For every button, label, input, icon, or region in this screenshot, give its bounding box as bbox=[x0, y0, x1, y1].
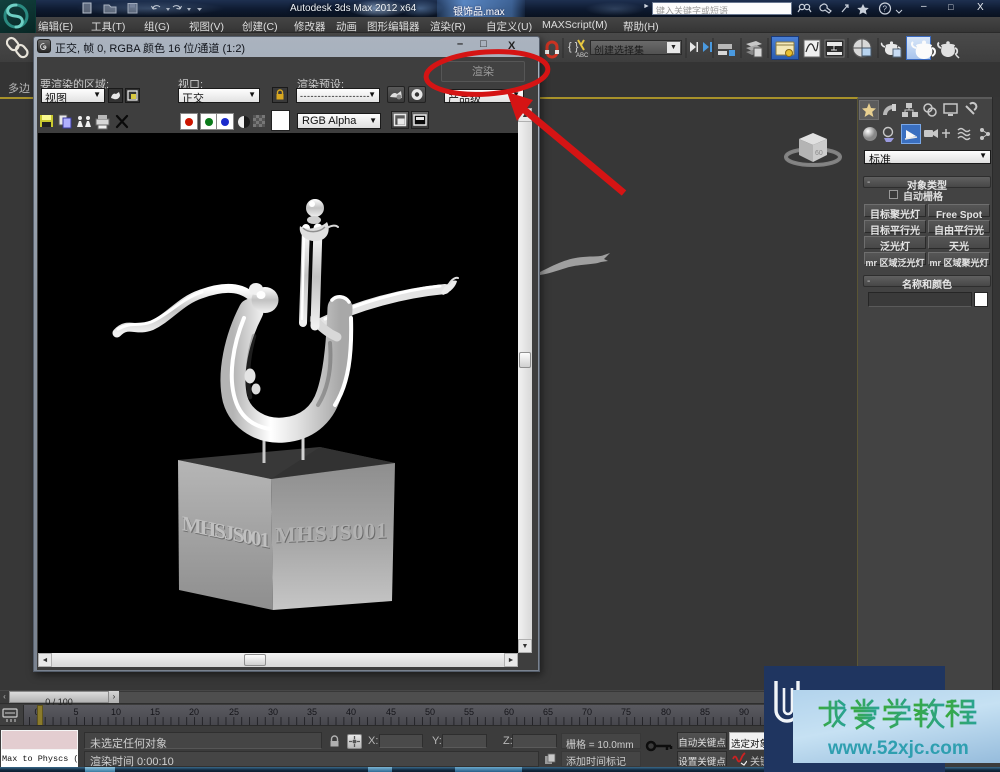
svg-text:ABC: ABC bbox=[576, 53, 589, 59]
svg-text:{ }: { } bbox=[568, 41, 579, 53]
svg-text:?: ? bbox=[883, 5, 888, 14]
svg-text:MHSJS001: MHSJS001 bbox=[275, 518, 387, 548]
svg-text:60: 60 bbox=[815, 150, 823, 157]
